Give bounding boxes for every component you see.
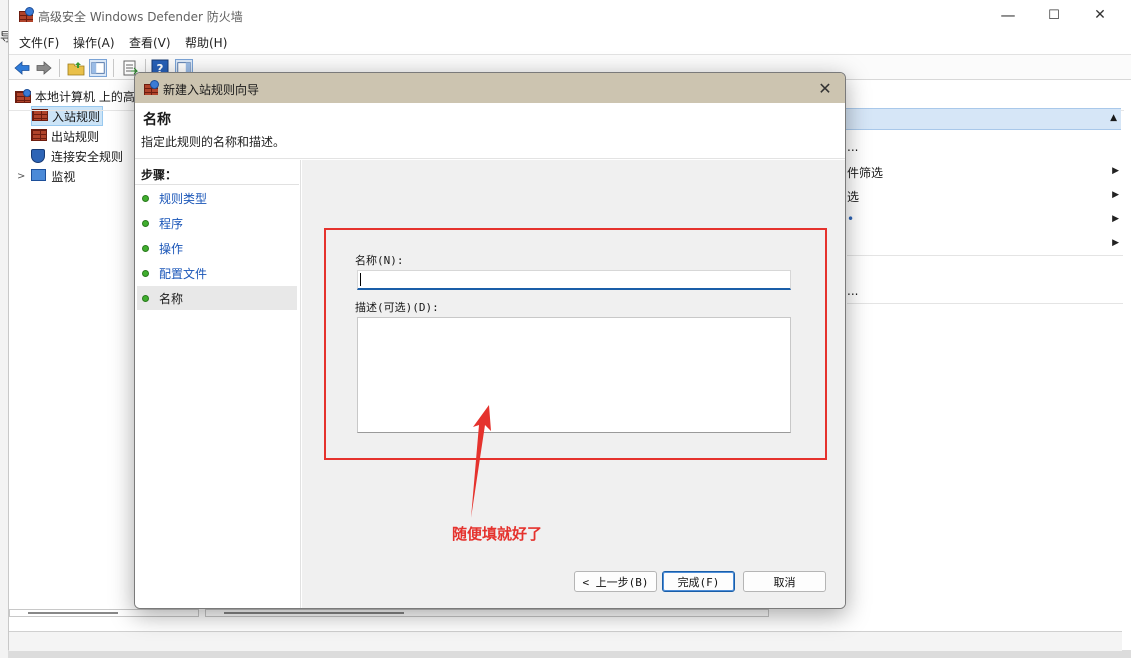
step-bullet-icon [142,219,149,227]
action-view[interactable]: ▶ [847,232,1123,256]
outbound-rules-icon [31,129,47,143]
annotation-highlight-box [324,228,827,460]
minimize-button[interactable]: — [985,0,1031,30]
maximize-button[interactable]: ☐ [1031,0,1077,30]
step-action[interactable]: 操作 [137,236,297,260]
dialog-title-bar: 新建入站规则向导 ✕ [135,73,845,103]
close-icon[interactable]: ✕ [813,77,837,99]
title-bar: 高级安全 Windows Defender 防火墙 — ☐ ✕ [9,0,1131,30]
connection-security-icon [31,149,47,163]
annotation-text: 随便填就好了 [452,525,543,543]
page-title: 名称 [143,112,171,128]
dialog-header: 名称 指定此规则的名称和描述。 [135,103,845,159]
annotation-arrow-icon [471,405,491,518]
menu-action[interactable]: 操作(A) [73,34,115,51]
menu-help[interactable]: 帮助(H) [185,34,227,51]
tree-root-label: 本地计算机 上的高 [35,89,135,104]
finish-button[interactable]: 完成(F) [662,571,735,592]
inbound-rules-icon [32,109,48,123]
tree-item-inbound-rules[interactable]: 入站规则 [31,106,104,126]
cancel-button[interactable]: 取消 [743,571,826,592]
menu-bar: 文件(F) 操作(A) 查看(V) 帮助(H) [9,31,1131,53]
dialog-title: 新建入站规则向导 [163,83,260,97]
step-bullet-icon [142,244,149,252]
forward-arrow-icon[interactable] [35,59,53,77]
step-bullet-icon [142,269,149,277]
background-window-edge: 导 [0,0,12,658]
firewall-app-icon [143,80,159,96]
back-arrow-icon[interactable] [13,59,31,77]
toolbar-separator [59,59,60,77]
tree-hscrollbar[interactable] [9,609,199,617]
tree-item-label: 出站规则 [51,129,100,144]
show-hide-tree-icon[interactable] [89,59,107,77]
back-button[interactable]: < 上一步(B) [574,571,657,592]
scroll-thumb[interactable] [224,612,404,614]
close-button[interactable]: ✕ [1077,0,1123,30]
new-inbound-rule-wizard: 新建入站规则向导 ✕ 名称 指定此规则的名称和描述。 步骤： 规则类型 程序 操… [134,72,846,609]
firewall-icon [15,89,31,103]
submenu-arrow-icon: ▶ [1112,214,1119,224]
tree-item-monitoring[interactable]: > 监视 [17,166,75,186]
tree-root[interactable]: 本地计算机 上的高 [15,86,135,106]
tree-item-outbound-rules[interactable]: 出站规则 [31,126,99,146]
list-hscrollbar[interactable] [205,609,769,617]
steps-pane: 步骤： 规则类型 程序 操作 配置文件 名称 [135,160,301,608]
chevron-right-icon[interactable]: > [17,171,25,182]
tree-item-connection-security-rules[interactable]: 连接安全规则 [31,146,123,166]
window-title: 高级安全 Windows Defender 防火墙 [38,10,243,24]
page-description: 指定此规则的名称和描述。 [141,135,286,149]
action-export-list[interactable]: ... [847,280,1123,304]
actions-pane: ... 件筛选 ▶ 选 ▶ • ▶ ▶ ... [847,108,1128,608]
step-bullet-icon [142,294,149,302]
step-bullet-icon [142,194,149,202]
action-filter-by-state[interactable]: 选 ▶ [847,184,1123,208]
tree-item-label: 监视 [51,169,76,184]
toolbar-separator [113,59,114,77]
submenu-arrow-icon: ▶ [1112,190,1119,200]
action-new-rule[interactable]: ... [847,136,1123,160]
folder-up-icon[interactable] [67,59,85,77]
menu-file[interactable]: 文件(F) [19,34,59,51]
submenu-arrow-icon: ▶ [1112,238,1119,248]
action-filter-by-group[interactable]: • ▶ [847,208,1123,232]
divider [135,184,299,185]
menu-view[interactable]: 查看(V) [129,34,171,51]
step-profile[interactable]: 配置文件 [137,261,297,285]
firewall-app-icon [18,7,34,23]
action-filter-by-profile[interactable]: 件筛选 ▶ [847,160,1123,184]
scroll-thumb[interactable] [28,612,118,614]
tree-item-label: 连接安全规则 [51,149,124,164]
status-bar [9,631,1122,651]
step-program[interactable]: 程序 [137,211,297,235]
monitoring-icon [31,169,47,183]
step-rule-type[interactable]: 规则类型 [137,186,297,210]
submenu-arrow-icon: ▶ [1112,166,1119,176]
step-name: 名称 [137,286,297,310]
steps-label: 步骤： [141,168,178,182]
